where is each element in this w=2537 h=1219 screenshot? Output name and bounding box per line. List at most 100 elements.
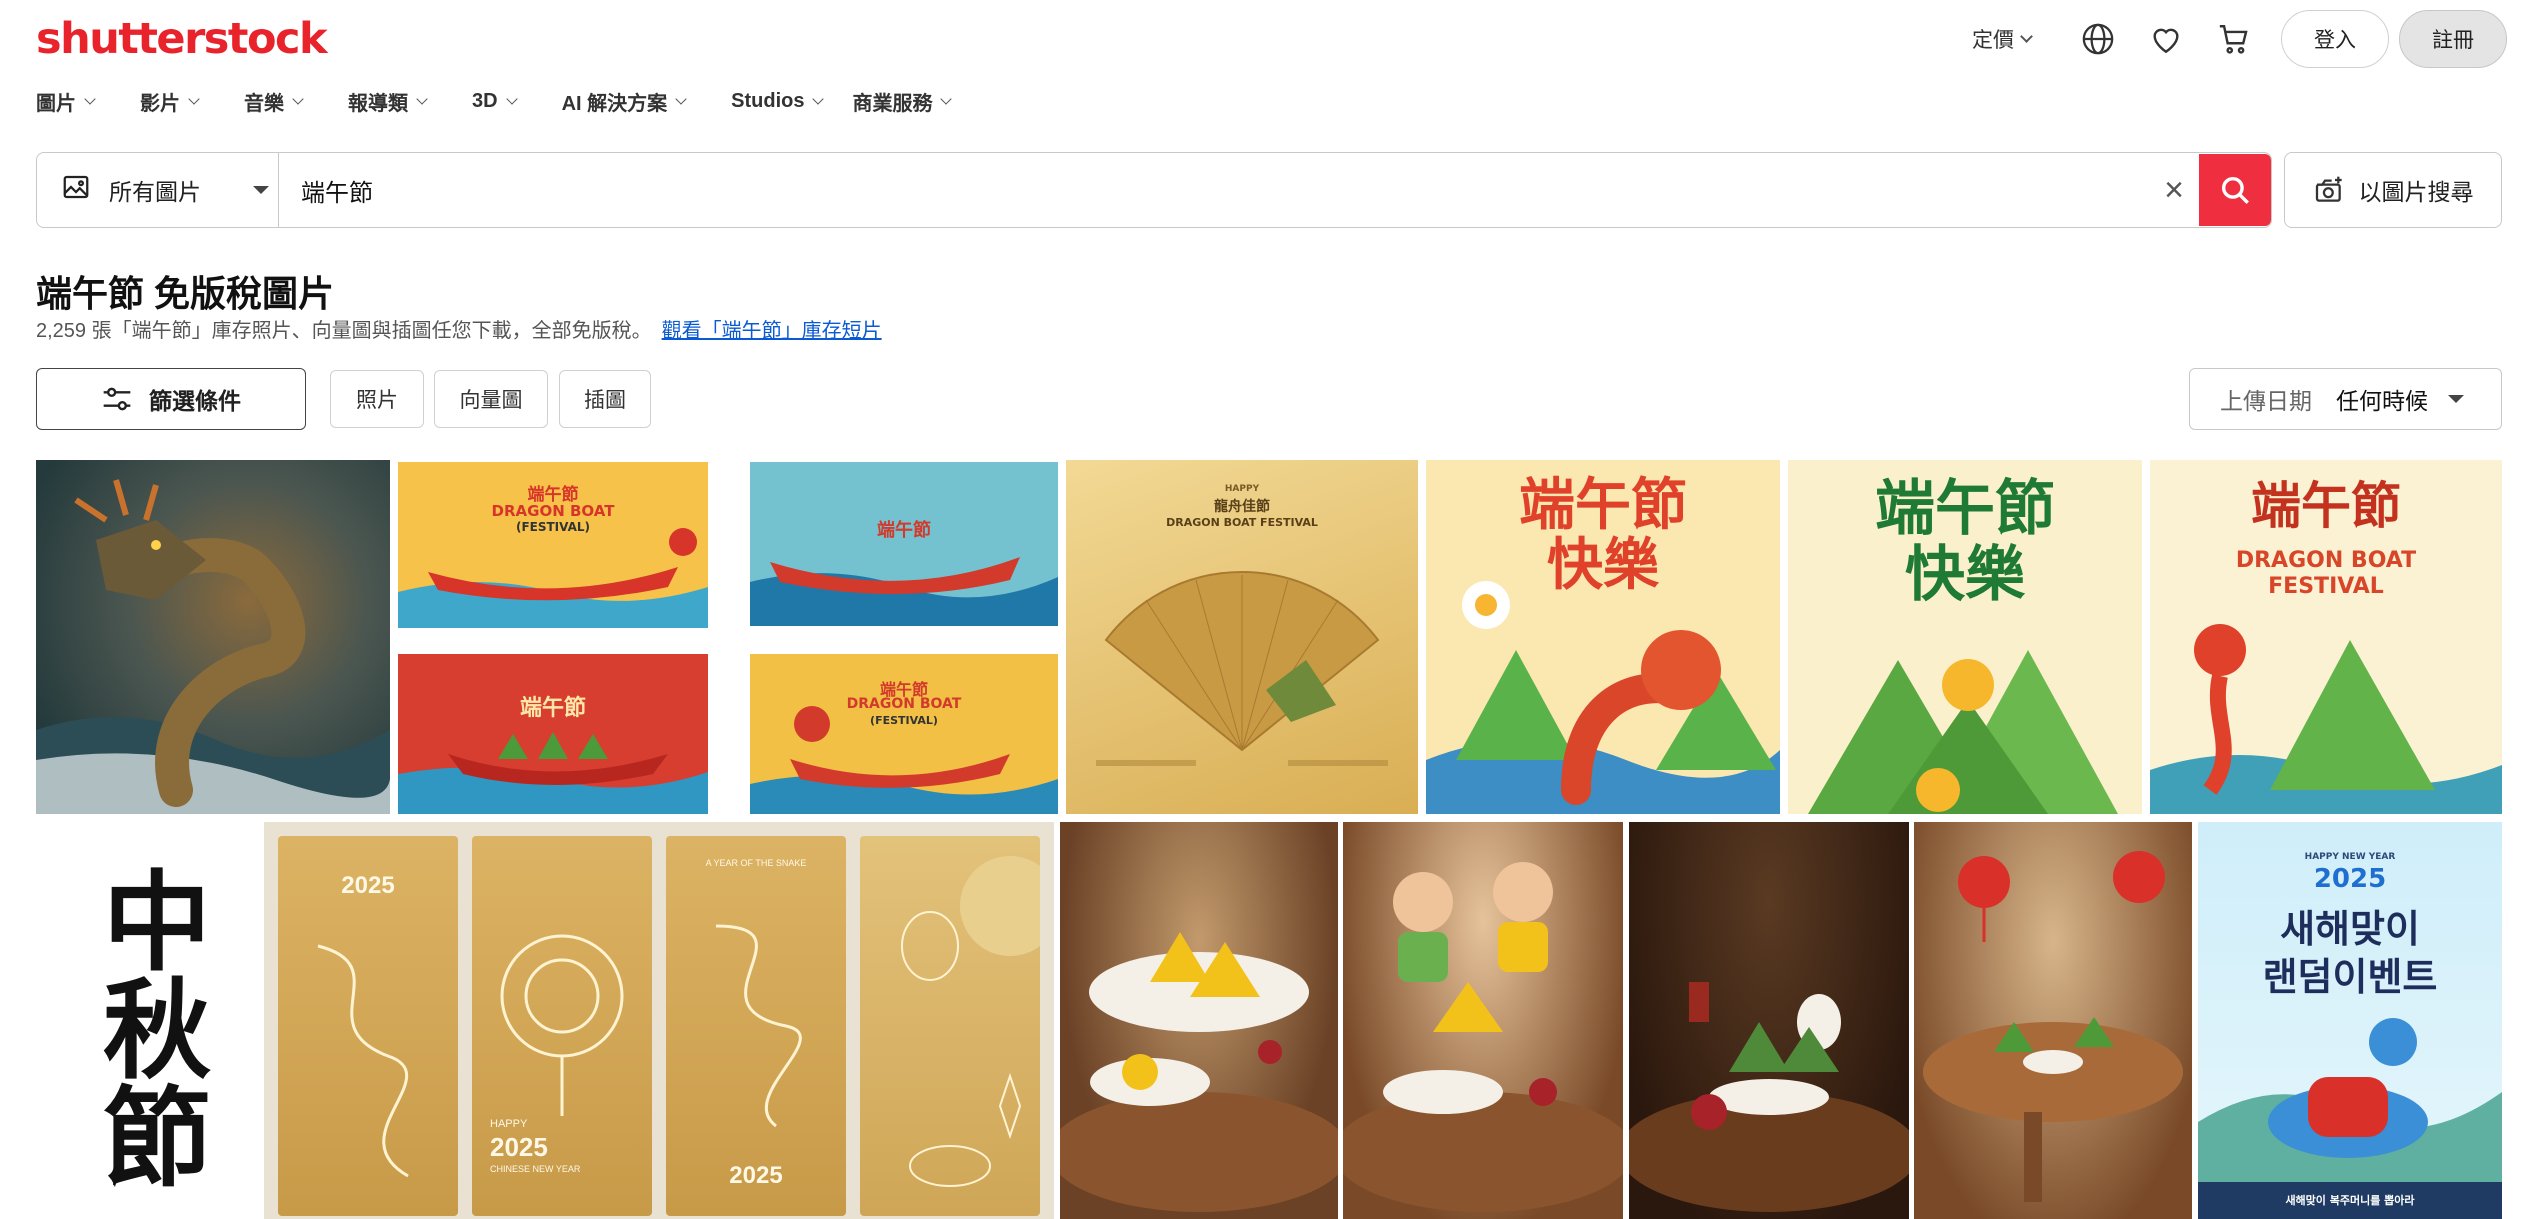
nav-item-3d[interactable]: 3D xyxy=(472,86,518,116)
chip-illustrations[interactable]: 插圖 xyxy=(559,370,651,428)
gold-card: 2025 xyxy=(278,836,458,1216)
pricing-label: 定價 xyxy=(1972,29,2014,52)
nav-item-ai-solutions[interactable]: AI 解決方案 xyxy=(561,86,687,116)
knot-line-art xyxy=(500,934,624,1116)
image-result-dragon-boat-banner-4[interactable]: 端午節 DRAGON BOAT (FESTIVAL) xyxy=(750,654,1058,814)
cart-icon[interactable] xyxy=(2213,18,2255,60)
clear-icon[interactable]: × xyxy=(2149,153,2199,227)
tile-subtitle: (FESTIVAL) xyxy=(870,714,938,727)
nav-item-music[interactable]: 音樂 xyxy=(244,86,304,116)
image-result-gold-cards[interactable]: 2025 HAPPY 2025 CHINESE NEW YEAR A YEAR … xyxy=(264,822,1054,1219)
nav-label: 3D xyxy=(472,89,498,112)
tile-subtitle: DRAGON BOAT FESTIVAL xyxy=(1166,516,1318,529)
food-illustration xyxy=(1060,932,1338,1212)
nav-label: 影片 xyxy=(140,92,180,115)
register-button[interactable]: 註冊 xyxy=(2399,10,2507,68)
login-button[interactable]: 登入 xyxy=(2281,10,2389,68)
tile-subtitle: HAPPY xyxy=(1224,484,1260,494)
image-result-dragon-boat-banner-3[interactable]: 端午節 xyxy=(750,462,1058,626)
asset-type-label: 所有圖片 xyxy=(109,179,201,205)
nav-label: Studios xyxy=(731,89,805,112)
asset-type-select[interactable]: 所有圖片 xyxy=(37,153,279,227)
image-search-button[interactable]: 以圖片搜尋 xyxy=(2284,152,2502,228)
image-result-calligraphy[interactable]: 中秋節 xyxy=(36,822,260,1219)
chevron-down-icon xyxy=(292,92,304,105)
logo[interactable]: shutterstock xyxy=(36,14,328,64)
image-result-zongzi-table-2[interactable] xyxy=(1343,822,1623,1219)
tile-title: 快樂 xyxy=(1905,540,2025,610)
results-count-text: 2,259 張「端午節」庫存照片、向量圖與插圖任您下載，全部免版稅。 xyxy=(36,320,652,342)
boat-banner-art xyxy=(398,732,708,814)
caret-down-icon xyxy=(2448,395,2464,403)
image-result-happy-festival-1[interactable]: 端午節 快樂 xyxy=(1426,460,1780,814)
nav-item-images[interactable]: 圖片 xyxy=(36,86,96,116)
heart-icon[interactable] xyxy=(2145,18,2187,60)
image-result-golden-fan[interactable]: HAPPY 龍舟佳節 DRAGON BOAT FESTIVAL xyxy=(1066,460,1418,814)
image-result-happy-festival-2[interactable]: 端午節 快樂 xyxy=(1788,460,2142,814)
search-bar: 所有圖片 × xyxy=(36,152,2272,228)
card-year: 2025 xyxy=(490,1132,548,1162)
chip-photos[interactable]: 照片 xyxy=(330,370,424,428)
nav-item-studios[interactable]: Studios xyxy=(731,86,825,116)
nav-item-business[interactable]: 商業服務 xyxy=(852,86,953,116)
nav-label: 商業服務 xyxy=(852,92,933,115)
video-link[interactable]: 觀看「端午節」庫存短片 xyxy=(662,320,882,342)
sort-label: 上傳日期 xyxy=(2220,388,2312,414)
tile-subtitle: (FESTIVAL) xyxy=(515,520,591,534)
boat-banner-art xyxy=(750,557,1058,626)
tile-footer: 새해맞이 복주머니를 뽑아라 xyxy=(2285,1194,2415,1207)
header-actions: 定價 登入 註冊 xyxy=(1972,10,2507,68)
chip-vectors[interactable]: 向量圖 xyxy=(434,370,548,428)
filters-button[interactable]: 篩選條件 xyxy=(36,368,306,430)
tile-title: 快樂 xyxy=(1547,533,1659,598)
chevron-down-icon xyxy=(812,92,825,105)
image-result-happy-festival-3[interactable]: 端午節 DRAGON BOAT FESTIVAL xyxy=(2150,460,2502,814)
gold-card: HAPPY 2025 CHINESE NEW YEAR xyxy=(472,836,652,1216)
image-result-korean-new-year[interactable]: HAPPY NEW YEAR 2025 새해맞이 랜덤이벤트 새해맞이 복주머니… xyxy=(2198,822,2502,1219)
chevron-down-icon xyxy=(675,92,687,105)
camera-plus-icon xyxy=(2315,176,2342,202)
chevron-down-icon xyxy=(940,92,953,105)
sort-value: 任何時候 xyxy=(2336,388,2428,414)
nav-label: 圖片 xyxy=(36,92,76,115)
calligraphy-text: 中秋節 xyxy=(85,864,211,1189)
search-button[interactable] xyxy=(2199,154,2271,226)
nav-item-editorial[interactable]: 報導類 xyxy=(348,86,428,116)
pricing-menu[interactable]: 定價 xyxy=(1972,24,2033,54)
gold-card: A YEAR OF THE SNAKE 2025 xyxy=(666,836,846,1216)
snake-line-art xyxy=(715,924,802,1128)
card-label: HAPPY xyxy=(490,1118,528,1130)
image-result-zongzi-table-1[interactable] xyxy=(1060,822,1338,1219)
search-input[interactable] xyxy=(279,153,2149,227)
tile-subtitle: DRAGON BOAT xyxy=(491,502,615,520)
tile-subtitle: FESTIVAL xyxy=(2268,574,2384,599)
nav-item-video[interactable]: 影片 xyxy=(140,86,200,116)
food-illustration xyxy=(1923,851,2183,1202)
sliders-icon xyxy=(103,387,131,411)
image-result-dragon-boat-banner-1[interactable]: 端午節 DRAGON BOAT (FESTIVAL) xyxy=(398,462,708,628)
chevron-down-icon xyxy=(505,92,518,105)
caret-down-icon xyxy=(253,186,269,194)
results-summary: 2,259 張「端午節」庫存照片、向量圖與插圖任您下載，全部免版稅。 觀看「端午節… xyxy=(36,314,882,343)
tile-title: 새해맞이 xyxy=(2280,907,2420,951)
image-result-zongzi-table-4[interactable] xyxy=(1914,822,2192,1219)
tile-title: 端午節 xyxy=(877,520,931,541)
food-illustration xyxy=(1629,982,1909,1212)
image-result-dragon-boat-banner-2[interactable]: 端午節 xyxy=(398,654,708,814)
image-result-zongzi-table-3[interactable] xyxy=(1629,822,1909,1219)
sort-dropdown[interactable]: 上傳日期 任何時候 xyxy=(2189,368,2502,430)
card-year: 2025 xyxy=(729,1162,783,1189)
nav-label: AI 解決方案 xyxy=(561,92,668,115)
tile-subtitle: DRAGON BOAT xyxy=(2235,548,2417,573)
image-icon xyxy=(61,172,91,208)
tile-title: 랜덤이벤트 xyxy=(2262,955,2438,999)
food-illustration xyxy=(1343,862,1623,1212)
image-search-label: 以圖片搜尋 xyxy=(2358,179,2474,205)
image-result-dragon-boat[interactable] xyxy=(36,460,390,814)
tile-title: 龍舟佳節 xyxy=(1214,499,1270,515)
tile-subtitle: DRAGON BOAT xyxy=(846,696,962,712)
globe-icon[interactable] xyxy=(2077,18,2119,60)
card-label: A YEAR OF THE SNAKE xyxy=(705,858,807,868)
gold-card xyxy=(860,836,1054,1216)
dragon-illustration xyxy=(36,479,390,814)
